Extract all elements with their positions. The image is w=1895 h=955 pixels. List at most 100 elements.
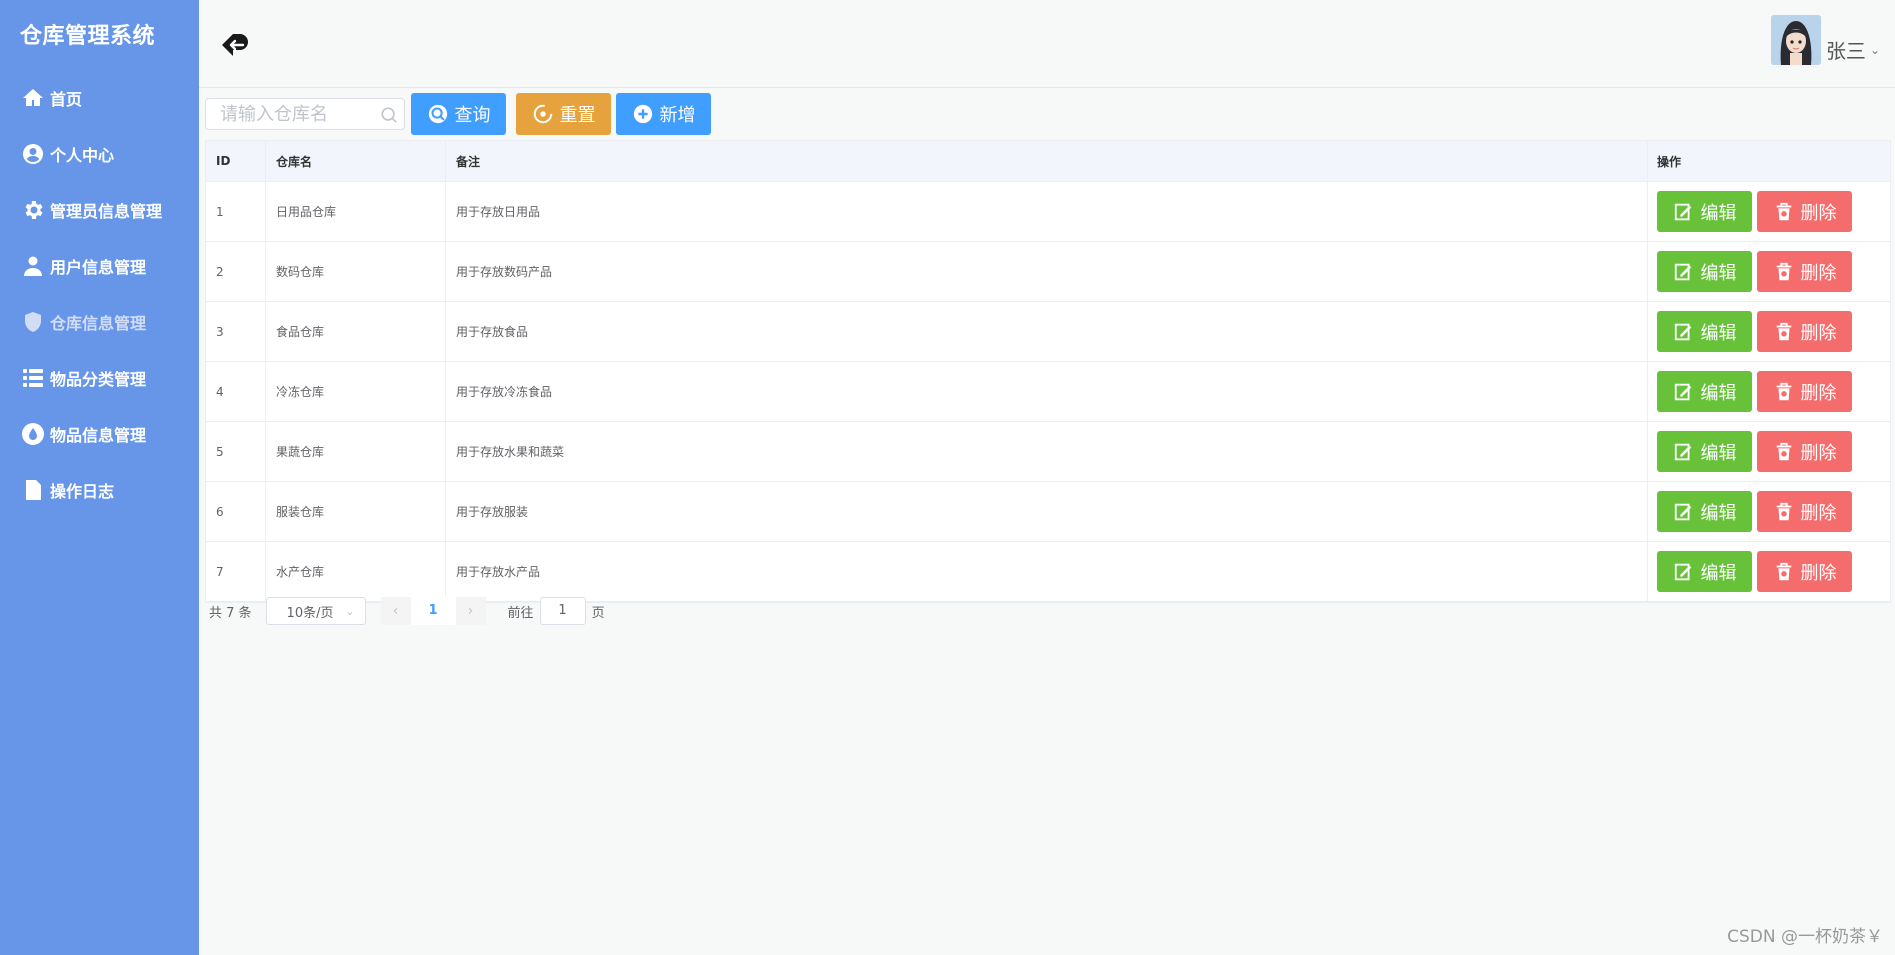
trash-icon	[1776, 382, 1791, 400]
cell-note: 用于存放水果和蔬菜	[446, 422, 1648, 481]
reset-button[interactable]: 重置	[516, 93, 611, 135]
edit-button[interactable]: 编辑	[1657, 491, 1752, 532]
sidebar-item-label: 个人中心	[50, 146, 115, 165]
trash-icon	[1776, 202, 1791, 220]
refresh-icon	[533, 104, 552, 124]
column-header-name: 仓库名	[266, 141, 446, 181]
table-row: 1 日用品仓库 用于存放日用品 编辑 删除	[206, 182, 1890, 242]
page-number[interactable]: 1	[410, 597, 456, 625]
edit-icon	[1674, 383, 1691, 400]
sidebar-item-users[interactable]: 用户信息管理	[0, 238, 199, 294]
edit-icon	[1674, 443, 1691, 460]
sidebar-item-log[interactable]: 操作日志	[0, 462, 199, 518]
delete-button-label: 删除	[1800, 322, 1837, 344]
edit-button-label: 编辑	[1700, 262, 1737, 284]
delete-button[interactable]: 删除	[1757, 251, 1852, 292]
sidebar-item-warehouse[interactable]: 仓库信息管理	[0, 294, 199, 350]
sidebar-item-profile[interactable]: 个人中心	[0, 126, 199, 182]
cell-actions: 编辑 删除	[1648, 302, 1890, 361]
delete-button[interactable]: 删除	[1757, 551, 1852, 592]
sidebar-item-home[interactable]: 首页	[0, 70, 199, 126]
page-suffix: 页	[591, 605, 605, 621]
delete-button[interactable]: 删除	[1757, 371, 1852, 412]
edit-button-label: 编辑	[1700, 322, 1737, 344]
column-header-actions: 操作	[1648, 141, 1890, 181]
sidebar-item-label: 操作日志	[50, 482, 115, 501]
sidebar-item-goods[interactable]: 物品信息管理	[0, 406, 199, 462]
watermark: CSDN @一杯奶茶￥	[1727, 927, 1883, 947]
cell-name: 数码仓库	[266, 242, 446, 301]
delete-button[interactable]: 删除	[1757, 191, 1852, 232]
edit-button[interactable]: 编辑	[1657, 191, 1752, 232]
user-menu[interactable]: 张三 ⌄	[1770, 15, 1880, 65]
delete-button[interactable]: 删除	[1757, 431, 1852, 472]
edit-button[interactable]: 编辑	[1657, 551, 1752, 592]
goto-label: 前往	[507, 605, 534, 621]
app-title: 仓库管理系统	[20, 24, 156, 49]
sidebar-item-label: 仓库信息管理	[50, 314, 147, 333]
sidebar-item-admin[interactable]: 管理员信息管理	[0, 182, 199, 238]
prev-page-icon[interactable]: ‹	[381, 603, 411, 619]
next-page-icon[interactable]: ›	[456, 603, 486, 619]
table-row: 2 数码仓库 用于存放数码产品 编辑 删除	[206, 242, 1890, 302]
edit-button-label: 编辑	[1700, 382, 1737, 404]
edit-button[interactable]: 编辑	[1657, 371, 1752, 412]
cell-actions: 编辑 删除	[1648, 482, 1890, 541]
reset-button-label: 重置	[559, 105, 596, 126]
table-row: 5 果蔬仓库 用于存放水果和蔬菜 编辑 删除	[206, 422, 1890, 482]
search-box	[205, 98, 405, 130]
trash-icon	[1776, 262, 1791, 280]
add-button[interactable]: 新增	[616, 93, 711, 135]
delete-button[interactable]: 删除	[1757, 311, 1852, 352]
edit-icon	[1674, 563, 1691, 580]
cell-actions: 编辑 删除	[1648, 182, 1890, 241]
delete-button[interactable]: 删除	[1757, 491, 1852, 532]
edit-button[interactable]: 编辑	[1657, 251, 1752, 292]
search-input[interactable]	[206, 99, 404, 129]
sidebar-item-category[interactable]: 物品分类管理	[0, 350, 199, 406]
cell-id: 6	[206, 482, 266, 541]
goto-page-input[interactable]: 1	[539, 597, 586, 625]
gear-icon	[20, 197, 46, 223]
cell-note: 用于存放日用品	[446, 182, 1648, 241]
cell-actions: 编辑 删除	[1648, 542, 1890, 601]
sidebar-item-label: 首页	[50, 90, 83, 109]
delete-button-label: 删除	[1800, 382, 1837, 404]
cell-name: 水产仓库	[266, 542, 446, 601]
cell-name: 冷冻仓库	[266, 362, 446, 421]
edit-icon	[1674, 323, 1691, 340]
cell-name: 服装仓库	[266, 482, 446, 541]
chevron-down-icon: ⌄	[345, 604, 355, 618]
page-size-select[interactable]: 10条/页 ⌄	[265, 597, 366, 625]
column-header-note: 备注	[446, 141, 1648, 181]
cell-name: 食品仓库	[266, 302, 446, 361]
cell-name: 果蔬仓库	[266, 422, 446, 481]
warehouse-table: ID 仓库名 备注 操作 1 日用品仓库 用于存放日用品 编辑 删除 2 数码仓…	[205, 140, 1891, 603]
edit-button[interactable]: 编辑	[1657, 311, 1752, 352]
back-arrow-icon[interactable]	[219, 28, 253, 62]
home-icon	[20, 85, 46, 111]
edit-button[interactable]: 编辑	[1657, 431, 1752, 472]
column-header-id: ID	[206, 141, 266, 181]
username: 张三	[1825, 38, 1866, 63]
delete-button-label: 删除	[1800, 202, 1837, 224]
delete-button-label: 删除	[1800, 442, 1837, 464]
list-icon	[20, 365, 46, 391]
pagination-total: 共 7 条	[209, 605, 252, 621]
table-row: 7 水产仓库 用于存放水产品 编辑 删除	[206, 542, 1890, 602]
chevron-down-icon: ⌄	[1869, 43, 1880, 57]
cell-id: 4	[206, 362, 266, 421]
edit-button-label: 编辑	[1700, 562, 1737, 584]
cell-note: 用于存放服装	[446, 482, 1648, 541]
search-icon	[381, 107, 397, 123]
cell-actions: 编辑 删除	[1648, 422, 1890, 481]
sidebar-item-label: 物品信息管理	[50, 426, 147, 445]
add-icon	[633, 104, 652, 124]
query-button-label: 查询	[454, 105, 491, 126]
cell-name: 日用品仓库	[266, 182, 446, 241]
edit-icon	[1674, 203, 1691, 220]
sidebar-item-label: 管理员信息管理	[50, 202, 163, 221]
table-body: 1 日用品仓库 用于存放日用品 编辑 删除 2 数码仓库 用于存放数码产品 编辑	[206, 182, 1890, 602]
query-button[interactable]: 查询	[411, 93, 506, 135]
cell-id: 5	[206, 422, 266, 481]
